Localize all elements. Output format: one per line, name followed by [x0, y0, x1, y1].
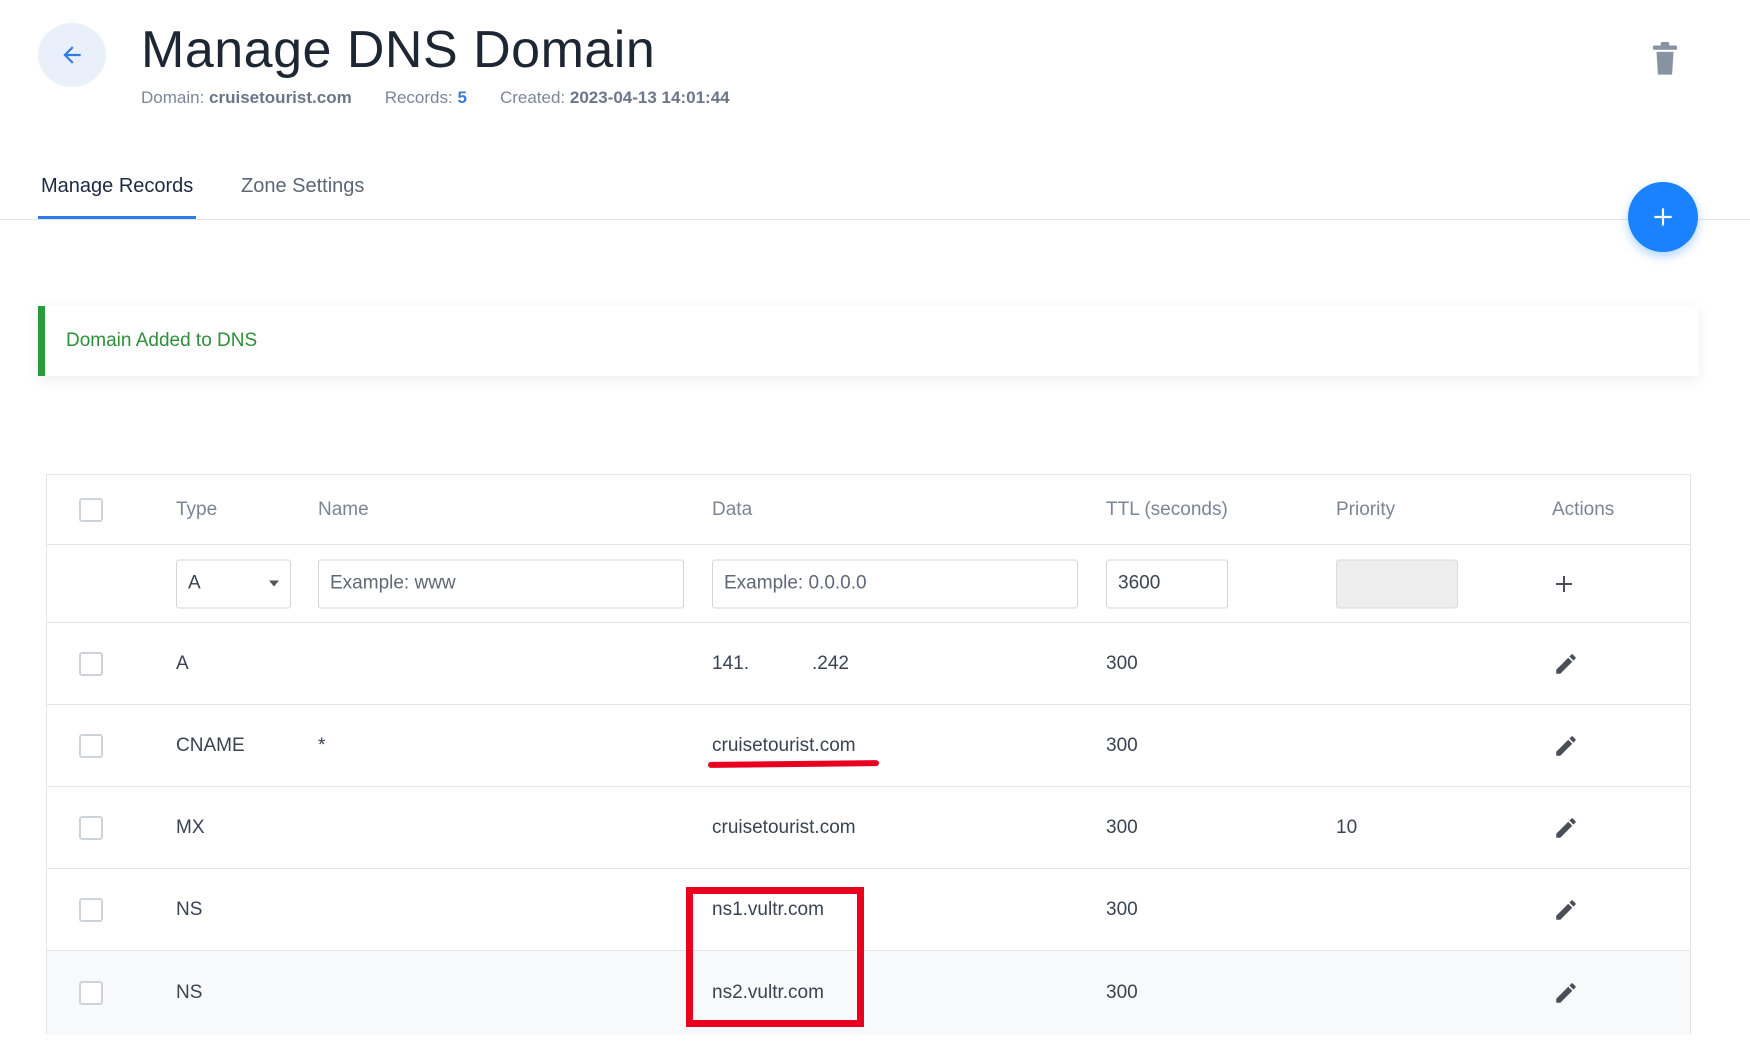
- delete-domain-button[interactable]: [1648, 40, 1682, 78]
- domain-value: cruisetourist.com: [209, 88, 352, 107]
- record-ttl-input[interactable]: [1106, 559, 1228, 608]
- records-label: Records:: [384, 88, 453, 107]
- record-ttl: 300: [1106, 734, 1138, 756]
- record-data-part-1: 141.: [712, 652, 749, 674]
- record-ttl: 300: [1106, 982, 1138, 1003]
- row-checkbox[interactable]: [79, 733, 103, 758]
- record-type: MX: [176, 816, 205, 838]
- table-row: NS ns2.vultr.com 300: [47, 951, 1690, 1035]
- record-type: A: [176, 652, 189, 674]
- trash-icon: [1652, 42, 1678, 75]
- edit-record-button[interactable]: [1552, 814, 1580, 842]
- column-header-priority: Priority: [1336, 498, 1396, 520]
- record-name: *: [318, 734, 326, 756]
- record-ttl: 300: [1106, 652, 1138, 674]
- column-header-data: Data: [712, 498, 753, 520]
- alert-message: Domain Added to DNS: [66, 330, 258, 351]
- chevron-down-icon: [269, 580, 279, 587]
- select-all-checkbox[interactable]: [79, 497, 103, 522]
- page-title: Manage DNS Domain: [141, 21, 656, 79]
- add-record-button[interactable]: [1549, 569, 1579, 599]
- column-header-actions: Actions: [1552, 498, 1615, 520]
- tab-bar: Manage Records Zone Settings: [0, 155, 1750, 220]
- arrow-left-icon: [63, 46, 81, 64]
- record-data: cruisetourist.com: [712, 816, 856, 838]
- domain-label: Domain:: [141, 88, 205, 107]
- table-row: NS ns1.vultr.com 300: [47, 869, 1690, 951]
- domain-meta-records: Records: 5: [385, 88, 467, 108]
- record-type-value: A: [188, 572, 201, 594]
- tab-zone-settings[interactable]: Zone Settings: [241, 175, 364, 198]
- edit-record-button[interactable]: [1552, 650, 1580, 678]
- add-record-fab[interactable]: [1628, 182, 1698, 252]
- success-alert: Domain Added to DNS: [38, 306, 1699, 376]
- table-row: MX cruisetourist.com 300 10: [47, 787, 1690, 869]
- record-ttl: 300: [1106, 898, 1138, 920]
- record-type-select[interactable]: A: [176, 559, 291, 608]
- table-row: CNAME * cruisetourist.com 300: [47, 705, 1690, 787]
- record-data-part-2: .242: [812, 652, 849, 674]
- column-header-name: Name: [318, 498, 369, 520]
- back-button[interactable]: [38, 23, 106, 87]
- edit-record-button[interactable]: [1552, 979, 1580, 1007]
- tab-manage-records[interactable]: Manage Records: [41, 175, 193, 198]
- annotation-box: [686, 887, 864, 1027]
- record-type: CNAME: [176, 734, 245, 756]
- domain-meta-domain: Domain: cruisetourist.com: [141, 88, 352, 108]
- record-type: NS: [176, 982, 203, 1003]
- record-type: NS: [176, 898, 203, 920]
- records-count: 5: [457, 88, 467, 107]
- edit-record-button[interactable]: [1552, 896, 1580, 924]
- row-checkbox[interactable]: [79, 981, 103, 1005]
- record-name-input[interactable]: [318, 559, 684, 608]
- dns-records-table: Type Name Data TTL (seconds) Priority Ac…: [46, 474, 1691, 1035]
- table-row: A 141. .242 300: [47, 623, 1690, 705]
- edit-record-button[interactable]: [1552, 732, 1580, 760]
- column-header-type: Type: [176, 498, 218, 520]
- active-tab-indicator: [38, 216, 196, 219]
- plus-icon: [1654, 208, 1672, 226]
- record-data: cruisetourist.com: [712, 734, 856, 756]
- domain-meta-created: Created: 2023-04-13 14:01:44: [500, 88, 730, 108]
- row-checkbox[interactable]: [79, 651, 103, 676]
- pencil-icon: [1556, 653, 1576, 674]
- pencil-icon: [1556, 735, 1576, 756]
- pencil-icon: [1556, 899, 1576, 920]
- domain-meta: Domain: cruisetourist.com Records: 5 Cre…: [141, 88, 730, 108]
- created-label: Created:: [499, 88, 566, 107]
- pencil-icon: [1556, 983, 1576, 1003]
- pencil-icon: [1556, 817, 1576, 838]
- new-record-row: A: [47, 545, 1690, 623]
- plus-icon: [1556, 575, 1572, 592]
- record-data-input[interactable]: [712, 559, 1078, 608]
- row-checkbox[interactable]: [79, 815, 103, 840]
- created-value: 2023-04-13 14:01:44: [569, 88, 730, 107]
- table-header-row: Type Name Data TTL (seconds) Priority Ac…: [47, 475, 1690, 545]
- record-priority: 10: [1336, 816, 1358, 838]
- column-header-ttl: TTL (seconds): [1106, 498, 1228, 520]
- row-checkbox[interactable]: [79, 897, 103, 922]
- record-ttl: 300: [1106, 816, 1138, 838]
- record-priority-input: [1336, 559, 1458, 608]
